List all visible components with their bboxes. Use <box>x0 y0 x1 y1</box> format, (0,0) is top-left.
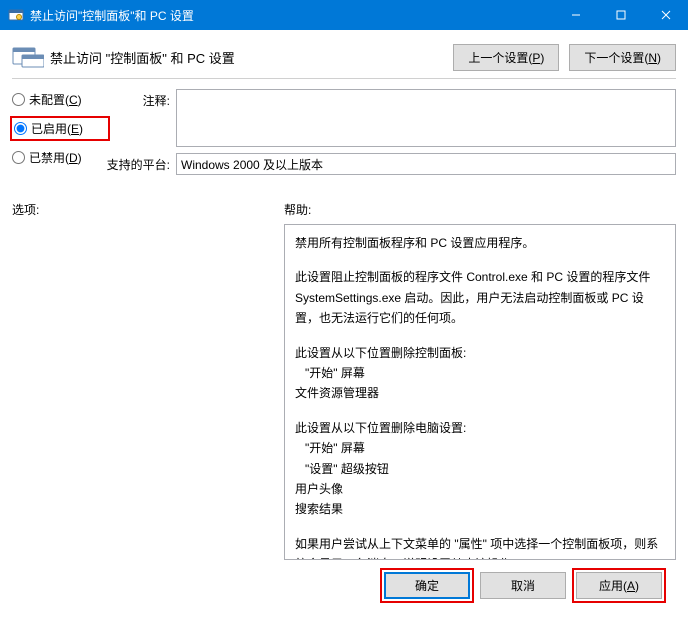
cancel-button[interactable]: 取消 <box>480 572 566 599</box>
titlebar: 禁止访问"控制面板"和 PC 设置 <box>0 0 688 30</box>
platform-text: Windows 2000 及以上版本 <box>176 153 676 175</box>
policy-icon <box>8 7 24 23</box>
state-radios: 未配置(C) 已启用(E) 已禁用(D) <box>12 89 106 166</box>
separator <box>12 78 676 79</box>
close-button[interactable] <box>643 0 688 30</box>
radio-disabled[interactable]: 已禁用(D) <box>12 149 106 166</box>
header-row: 禁止访问 "控制面板" 和 PC 设置 上一个设置(P) 下一个设置(N) <box>12 40 676 74</box>
minimize-button[interactable] <box>553 0 598 30</box>
window-title: 禁止访问"控制面板"和 PC 设置 <box>30 7 553 24</box>
options-label: 选项: <box>12 201 284 218</box>
help-label: 帮助: <box>284 201 676 218</box>
prev-setting-button[interactable]: 上一个设置(P) <box>453 44 559 71</box>
radio-enabled[interactable]: 已启用(E) <box>14 120 104 137</box>
maximize-button[interactable] <box>598 0 643 30</box>
next-setting-button[interactable]: 下一个设置(N) <box>569 44 676 71</box>
ok-button[interactable]: 确定 <box>384 572 470 599</box>
comment-label: 注释: <box>106 89 176 109</box>
platform-label: 支持的平台: <box>106 153 176 173</box>
radio-not-configured[interactable]: 未配置(C) <box>12 91 106 108</box>
footer-buttons: 确定 取消 应用(A) <box>12 564 676 599</box>
apply-button[interactable]: 应用(A) <box>576 572 662 599</box>
help-text[interactable]: 禁用所有控制面板程序和 PC 设置应用程序。 此设置阻止控制面板的程序文件 Co… <box>284 224 676 560</box>
policy-title: 禁止访问 "控制面板" 和 PC 设置 <box>50 48 453 67</box>
comment-textarea[interactable] <box>176 89 676 147</box>
policy-large-icon <box>12 46 44 68</box>
